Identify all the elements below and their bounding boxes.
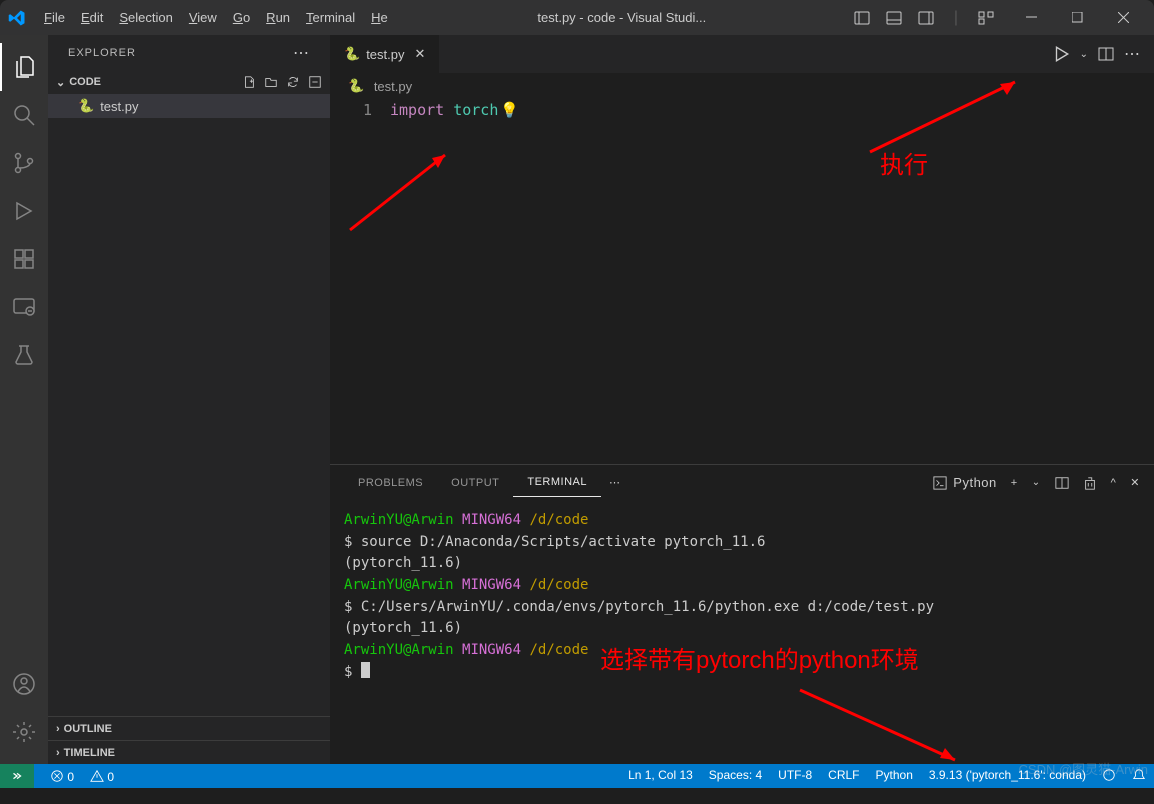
vscode-logo-icon: [8, 9, 26, 27]
new-file-icon[interactable]: [242, 75, 256, 89]
menu-selection[interactable]: Selection: [111, 6, 180, 29]
window-controls: [1008, 1, 1146, 35]
menu-terminal[interactable]: Terminal: [298, 6, 363, 29]
layout-controls: |: [848, 5, 1000, 31]
maximize-button[interactable]: [1054, 1, 1100, 35]
split-terminal-icon[interactable]: [1055, 476, 1069, 490]
run-dropdown-icon[interactable]: ⌄: [1080, 49, 1088, 60]
panel-more-icon[interactable]: ⋯: [601, 476, 629, 489]
gutter: 1: [330, 99, 390, 464]
explorer-icon[interactable]: [0, 43, 48, 91]
close-panel-icon[interactable]: ✕: [1130, 476, 1140, 489]
timeline-label: TIMELINE: [64, 747, 115, 759]
menu-go[interactable]: Go: [225, 6, 258, 29]
titlebar: FFileile Edit Selection View Go Run Term…: [0, 0, 1154, 35]
folder-header[interactable]: ⌄ CODE: [48, 70, 330, 94]
editor-content[interactable]: 1 import torch💡: [330, 99, 1154, 464]
source-control-icon[interactable]: [0, 139, 48, 187]
chevron-down-icon: ⌄: [56, 76, 65, 89]
status-ln-col[interactable]: Ln 1, Col 13: [620, 768, 701, 785]
menu-help[interactable]: He: [363, 6, 396, 29]
sidebar-title: EXPLORER: [68, 47, 136, 59]
tab-close-icon[interactable]: ✕: [414, 46, 425, 62]
file-name: test.py: [100, 99, 138, 114]
tab-testpy[interactable]: 🐍 test.py ✕: [330, 35, 440, 73]
panel: PROBLEMS OUTPUT TERMINAL ⋯ Python + ⌄ ^ …: [330, 464, 1154, 764]
status-encoding[interactable]: UTF-8: [770, 768, 820, 785]
status-spaces[interactable]: Spaces: 4: [701, 768, 770, 785]
outline-section[interactable]: › OUTLINE: [48, 716, 330, 740]
file-item[interactable]: 🐍 test.py: [48, 94, 330, 118]
layout-panel-icon[interactable]: [880, 6, 908, 30]
python-file-icon: 🐍: [78, 98, 94, 114]
status-errors[interactable]: 0: [42, 769, 82, 784]
status-language[interactable]: Python: [868, 768, 921, 785]
new-terminal-icon[interactable]: +: [1011, 477, 1018, 489]
collapse-icon[interactable]: [308, 75, 322, 89]
run-button[interactable]: [1052, 45, 1070, 63]
breadcrumb-file: test.py: [374, 79, 412, 94]
testing-icon[interactable]: [0, 331, 48, 379]
window-title: test.py - code - Visual Studi...: [396, 10, 848, 25]
run-debug-icon[interactable]: [0, 187, 48, 235]
close-button[interactable]: [1100, 1, 1146, 35]
menu-run[interactable]: Run: [258, 6, 298, 29]
layout-sidebar-left-icon[interactable]: [848, 6, 876, 30]
chevron-right-icon: ›: [56, 747, 60, 759]
python-file-icon: 🐍: [344, 46, 360, 62]
module-torch: torch: [453, 101, 498, 119]
layout-sidebar-right-icon[interactable]: [912, 6, 940, 30]
maximize-panel-icon[interactable]: ^: [1111, 477, 1117, 489]
python-file-icon: 🐍: [348, 78, 364, 94]
keyword-import: import: [390, 101, 444, 119]
panel-tab-output[interactable]: OUTPUT: [437, 469, 513, 497]
sidebar: EXPLORER ⋯ ⌄ CODE 🐍 test.py › OUTLINE ›: [48, 35, 330, 764]
editor-tabs: 🐍 test.py ✕ ⌄ ⋯: [330, 35, 1154, 73]
status-warnings[interactable]: 0: [82, 769, 122, 784]
code-line[interactable]: import torch💡: [390, 99, 519, 464]
menu-file[interactable]: FFileile: [36, 6, 73, 29]
menu-edit[interactable]: Edit: [73, 6, 111, 29]
panel-tabs: PROBLEMS OUTPUT TERMINAL ⋯ Python + ⌄ ^ …: [330, 465, 1154, 500]
watermark: CSDN @图灵猫-Arwin: [1019, 759, 1148, 778]
panel-tab-problems[interactable]: PROBLEMS: [344, 469, 437, 497]
chevron-right-icon: ›: [56, 723, 60, 735]
search-icon[interactable]: [0, 91, 48, 139]
status-remote-icon[interactable]: [0, 764, 34, 788]
timeline-section[interactable]: › TIMELINE: [48, 740, 330, 764]
accounts-icon[interactable]: [0, 660, 48, 708]
breadcrumb[interactable]: 🐍 test.py: [330, 73, 1154, 99]
kill-terminal-icon[interactable]: [1083, 476, 1097, 490]
remote-icon[interactable]: [0, 283, 48, 331]
settings-icon[interactable]: [0, 708, 48, 756]
layout-customize-icon[interactable]: [972, 6, 1000, 30]
terminal-content[interactable]: ArwinYU@Arwin MINGW64 /d/code $ source D…: [330, 500, 1154, 764]
split-editor-icon[interactable]: [1098, 46, 1114, 62]
editor-more-icon[interactable]: ⋯: [1124, 44, 1140, 64]
sidebar-more-icon[interactable]: ⋯: [293, 43, 310, 63]
terminal-cursor: [361, 662, 370, 678]
panel-tab-terminal[interactable]: TERMINAL: [513, 468, 601, 497]
folder-actions: [242, 75, 322, 89]
new-folder-icon[interactable]: [264, 75, 278, 89]
layout-divider: |: [948, 5, 964, 31]
tab-label: test.py: [366, 47, 404, 62]
statusbar: 0 0 Ln 1, Col 13 Spaces: 4 UTF-8 CRLF Py…: [0, 764, 1154, 788]
editor-area: 🐍 test.py ✕ ⌄ ⋯ 🐍 test.py 1 import torch…: [330, 35, 1154, 764]
extensions-icon[interactable]: [0, 235, 48, 283]
menu-view[interactable]: View: [181, 6, 225, 29]
status-eol[interactable]: CRLF: [820, 768, 867, 785]
minimize-button[interactable]: [1008, 1, 1054, 35]
folder-name: CODE: [69, 76, 101, 88]
terminal-dropdown-icon[interactable]: ⌄: [1032, 477, 1041, 488]
terminal-shell-label[interactable]: Python: [933, 475, 996, 490]
activity-bar: [0, 35, 48, 764]
lightbulb-icon[interactable]: 💡: [500, 101, 519, 119]
refresh-icon[interactable]: [286, 75, 300, 89]
outline-label: OUTLINE: [64, 723, 112, 735]
sidebar-header: EXPLORER ⋯: [48, 35, 330, 70]
